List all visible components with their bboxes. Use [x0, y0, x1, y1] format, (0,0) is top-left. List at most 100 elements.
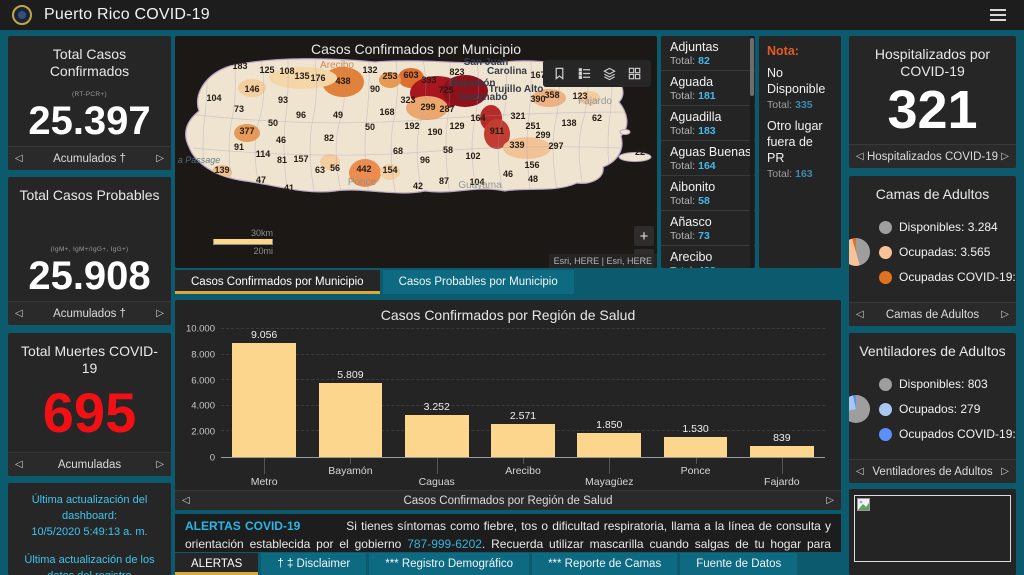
menu-icon[interactable] — [986, 5, 1010, 25]
municipio-list-item[interactable]: Aguas Buenas Total: 164 — [661, 141, 755, 176]
municipio-value-label: 339 — [509, 140, 524, 150]
bar-bayamón[interactable] — [318, 382, 383, 457]
bar-value-label: 5.809 — [337, 368, 364, 381]
scale-km: 30km — [250, 228, 273, 238]
x-tick-label: Bayamón — [328, 465, 373, 477]
x-tick — [350, 458, 352, 464]
carousel-label: Hospitalizados COVID-19 — [866, 150, 999, 163]
municipio-total: Total: 73 — [670, 230, 710, 242]
culebra-island[interactable] — [619, 129, 631, 135]
bar-arecibo[interactable] — [491, 424, 555, 457]
dashboard-root: Puerto Rico COVID-19 Total Casos Confirm… — [0, 0, 1024, 575]
legend-swatch — [879, 377, 892, 391]
bar-mayagüez[interactable] — [577, 433, 642, 457]
y-tick-label: 0 — [209, 452, 215, 464]
legend-swatch — [879, 245, 892, 259]
panel-title: Camas de Adultos — [875, 186, 990, 202]
tab--registro-demogr-fico[interactable]: *** Registro Demográfico — [369, 553, 530, 575]
panel-total-casos-probables: Total Casos Probables (IgM+, IgM+/IgG+, … — [8, 177, 171, 325]
carousel-left-arrow[interactable]: ◁ — [15, 308, 23, 319]
carousel-left-arrow[interactable]: ◁ — [856, 309, 864, 320]
carousel-right-arrow[interactable]: ▷ — [156, 459, 164, 470]
nota-item: No Disponible Total: 335 — [767, 66, 833, 111]
layers-icon[interactable] — [602, 66, 617, 81]
municipio-name: Añasco — [670, 215, 712, 229]
bar-caguas[interactable] — [404, 415, 469, 457]
carousel-right-arrow[interactable]: ▷ — [1001, 309, 1009, 320]
bar-metro[interactable] — [232, 343, 297, 457]
municipio-value-label: 108 — [279, 66, 294, 76]
panel-carousel: ◁ Camas de Adultos ▷ — [849, 302, 1016, 326]
municipio-value-label: 321 — [510, 111, 525, 121]
carousel-right-arrow[interactable]: ▷ — [1001, 151, 1009, 162]
tab--disclaimer[interactable]: † ‡ Disclaimer — [261, 553, 367, 575]
carousel-left-arrow[interactable]: ◁ — [15, 153, 23, 164]
panel-title: Ventiladores de Adultos — [859, 343, 1006, 359]
municipio-value-label: 114 — [256, 149, 271, 159]
municipio-name: Adjuntas — [670, 40, 719, 54]
bookmark-icon[interactable] — [552, 66, 567, 81]
panel-title: Hospitalizados por COVID-19 — [874, 46, 991, 79]
tab--reporte-de-camas[interactable]: *** Reporte de Camas — [532, 553, 678, 575]
municipio-value-label: 50 — [365, 122, 375, 132]
carousel-right-arrow[interactable]: ▷ — [156, 153, 164, 164]
nota-item-name: Otro lugar fuera de PR — [767, 119, 823, 165]
legend-item: Disponibles: 803 — [879, 377, 1016, 391]
tab-alertas[interactable]: ALERTAS — [175, 553, 259, 575]
municipio-value-label: 390 — [530, 94, 545, 104]
legend-icon[interactable] — [577, 66, 592, 81]
nota-item-total: Total: 163 — [767, 168, 813, 181]
list-scrollbar — [750, 36, 754, 268]
panel-carousel: ◁ Acumulados † ▷ — [8, 146, 171, 170]
legend-swatch — [879, 220, 892, 234]
municipio-list-item[interactable]: Aguada Total: 181 — [661, 71, 755, 106]
carousel-left-arrow[interactable]: ◁ — [182, 495, 190, 506]
municipio-value-label: 176 — [310, 73, 325, 83]
carousel-right-arrow[interactable]: ▷ — [156, 308, 164, 319]
alert-phone-link[interactable]: 787-999-6202 — [407, 537, 482, 551]
municipio-value-label: 323 — [400, 95, 415, 105]
legend-label: Disponibles: 3.284 — [899, 220, 998, 235]
legend-label: Ocupados: 279 — [899, 402, 981, 417]
bar-fajardo[interactable] — [749, 446, 814, 457]
municipio-value-label: 56 — [330, 163, 340, 173]
basemap-icon[interactable] — [627, 66, 642, 81]
municipio-total: Total: 82 — [670, 55, 710, 67]
scrollbar-thumb[interactable] — [750, 38, 754, 96]
municipio-list-item[interactable]: Añasco Total: 73 — [661, 211, 755, 246]
probable-cases-value: 25.908 — [28, 254, 151, 298]
legend-swatch — [879, 270, 892, 284]
legend-item: Disponibles: 3.284 — [879, 220, 1016, 234]
municipio-list-item[interactable]: Adjuntas Total: 82 — [661, 36, 755, 71]
legend-item: Ocupadas: 3.565 — [879, 245, 1016, 259]
tab-fuente-de-datos[interactable]: Fuente de Datos — [680, 553, 798, 575]
municipio-list-item[interactable]: Aguadilla Total: 183 — [661, 106, 755, 141]
bar-value-label: 1.530 — [682, 423, 709, 436]
carousel-left-arrow[interactable]: ◁ — [856, 466, 864, 477]
zoom-in-button[interactable]: + — [634, 226, 654, 246]
carousel-left-arrow[interactable]: ◁ — [15, 459, 23, 470]
municipio-list-item[interactable]: AreciboTotal:438 — [661, 246, 755, 268]
map-tab-casos-probables-por-municipio[interactable]: Casos Probables por Municipio — [382, 270, 574, 294]
municipio-value-label: 48 — [528, 174, 538, 184]
municipio-total: Total: 164 — [670, 160, 716, 172]
municipio-value-label: 50 — [268, 118, 278, 128]
map-casos-confirmados[interactable]: 183 125 108 135 176 438 132 253 603 393 823 725 167 3… — [175, 36, 657, 268]
carousel-right-arrow[interactable]: ▷ — [1001, 466, 1009, 477]
municipio-list: Adjuntas Total: 82 Aguada Total: 181 Aguadilla… — [661, 36, 755, 268]
municipio-list-item[interactable]: Aibonito Total: 58 — [661, 176, 755, 211]
map-tab-casos-confirmados-por-municipio[interactable]: Casos Confirmados por Municipio — [175, 270, 380, 294]
x-tick — [781, 458, 783, 474]
municipio-value-label: 22 — [635, 147, 645, 157]
x-tick — [695, 458, 697, 464]
bar-ponce[interactable] — [663, 437, 728, 457]
carousel-right-arrow[interactable]: ▷ — [826, 495, 834, 506]
dashboard-update-label: Última actualización del dashboard: — [31, 494, 148, 522]
camas-legend: Disponibles: 3.284 Ocupadas: 3.565 Ocupada… — [879, 220, 1016, 284]
map-toolbar — [543, 60, 651, 87]
carousel-left-arrow[interactable]: ◁ — [856, 151, 864, 162]
municipio-value-label: 68 — [393, 146, 403, 156]
municipio-value-label: 62 — [592, 113, 602, 123]
alert-banner: ALERTAS COVID-19 Si tienes síntomas como … — [175, 514, 841, 552]
municipio-value-label: 58 — [443, 145, 453, 155]
